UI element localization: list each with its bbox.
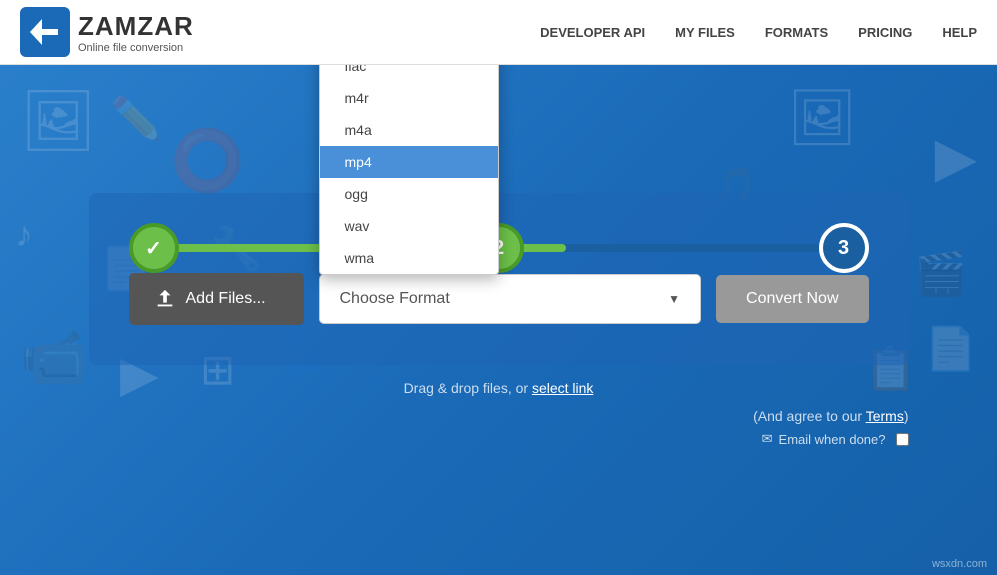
chevron-down-icon: ▼: [668, 292, 680, 306]
format-item-flac[interactable]: flac: [320, 65, 498, 82]
watermark: wsxdn.com: [932, 558, 987, 570]
format-select-label: Choose Format: [340, 290, 450, 308]
nav-formats[interactable]: FORMATS: [765, 25, 828, 40]
nav-pricing[interactable]: PRICING: [858, 25, 912, 40]
main-nav: DEVELOPER API MY FILES FORMATS PRICING H…: [540, 25, 977, 40]
logo: ZAMZAR Online file conversion: [20, 7, 194, 57]
terms-link[interactable]: Terms: [866, 408, 904, 424]
content-box: ✓ 2 3 Add Files...: [89, 193, 909, 365]
upload-icon: [154, 288, 176, 310]
drag-drop-label: Drag & drop files, or: [404, 380, 532, 396]
drag-drop-area: Drag & drop files, or select link: [404, 380, 594, 398]
logo-text: ZAMZAR Online file conversion: [78, 11, 194, 54]
step-1-label: ✓: [145, 236, 162, 261]
format-item-m4a[interactable]: m4a: [320, 114, 498, 146]
format-dropdown: Choose Format Audio Formats aac ac3 flac…: [319, 65, 499, 275]
format-item-wav[interactable]: wav: [320, 210, 498, 242]
format-item-wma[interactable]: wma: [320, 242, 498, 274]
nav-developer-api[interactable]: DEVELOPER API: [540, 25, 645, 40]
step-1-circle: ✓: [129, 223, 179, 273]
steps-container: ✓ 2 3 Add Files...: [0, 65, 997, 575]
buttons-row: Add Files... Choose Format ▼ Choose Form…: [129, 273, 869, 325]
terms-email-area: (And agree to our Terms) ✉ Email when do…: [89, 408, 909, 447]
progress-steps: ✓ 2 3: [129, 223, 869, 273]
email-icon: ✉: [762, 431, 773, 447]
add-files-button[interactable]: Add Files...: [129, 273, 304, 325]
logo-name: ZAMZAR: [78, 11, 194, 42]
format-item-mp4[interactable]: mp4: [320, 146, 498, 178]
zamzar-logo-icon: [20, 7, 70, 57]
terms-text: (And agree to our Terms): [753, 408, 908, 424]
drag-drop-text: Drag & drop files, or select link: [404, 380, 594, 396]
format-item-ogg[interactable]: ogg: [320, 178, 498, 210]
step-3-circle: 3: [819, 223, 869, 273]
format-select-button[interactable]: Choose Format ▼: [319, 274, 702, 324]
nav-help[interactable]: HELP: [942, 25, 977, 40]
logo-subtitle: Online file conversion: [78, 42, 194, 54]
step-3-label: 3: [838, 237, 849, 260]
nav-my-files[interactable]: MY FILES: [675, 25, 735, 40]
format-select-wrapper: Choose Format ▼ Choose Format Audio Form…: [319, 274, 702, 324]
select-link[interactable]: select link: [532, 380, 593, 396]
email-checkbox[interactable]: [896, 433, 909, 446]
header: ZAMZAR Online file conversion DEVELOPER …: [0, 0, 997, 65]
add-files-label: Add Files...: [186, 290, 266, 308]
email-row: ✉ Email when done?: [89, 431, 909, 447]
email-label: Email when done?: [779, 432, 886, 447]
format-item-m4r[interactable]: m4r: [320, 82, 498, 114]
main-background: 🖼 ✏️ ⭕ ▶ ✉ 🖼 ▶ ♪ 📄 🔧 📁 🎬 📹 ▶ ⊞ 👤 📋 📄 🎵 ✓: [0, 65, 997, 575]
convert-now-button[interactable]: Convert Now: [716, 275, 868, 323]
